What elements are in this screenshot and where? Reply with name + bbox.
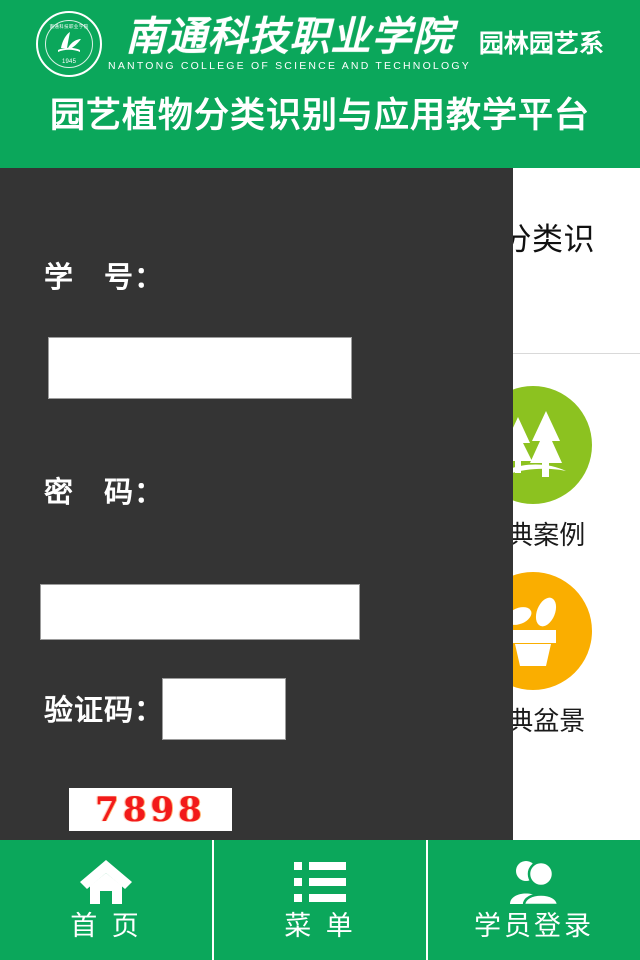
password-input[interactable] xyxy=(40,584,360,640)
page-title: 园艺植物分类识别与应用教学平台 xyxy=(49,96,590,136)
captcha-image[interactable]: 7898 xyxy=(69,788,232,831)
list-menu-icon xyxy=(293,858,347,906)
nav-label: 首 页 xyxy=(70,910,142,942)
nav-label: 菜 单 xyxy=(284,910,356,942)
college-name-en: NANTONG COLLEGE OF SCIENCE AND TECHNOLOG… xyxy=(108,59,471,72)
captcha-label: 验证码： xyxy=(44,693,165,727)
college-seal-icon: 南通科技职业学院 1945 xyxy=(36,11,103,77)
nav-label: 学员登录 xyxy=(474,910,594,942)
password-label: 密 码： xyxy=(44,475,165,509)
nav-item-menu[interactable]: 菜 单 xyxy=(214,840,428,960)
seal-year: 1945 xyxy=(61,59,77,65)
nav-item-home[interactable]: 首 页 xyxy=(0,840,214,960)
college-name-block: 南通科技职业学院 NANTONG COLLEGE OF SCIENCE AND … xyxy=(108,12,471,72)
brand-row: 南通科技职业学院 1945 南通科技职业学院 NANTONG COLLEGE O… xyxy=(0,6,640,82)
seal-leaf-icon xyxy=(58,32,82,53)
college-name-cn: 南通科技职业学院 xyxy=(125,12,454,60)
nav-item-student-login[interactable]: 学员登录 xyxy=(428,840,640,960)
seal-arc-top: 南通科技职业学院 xyxy=(49,24,89,29)
captcha-input[interactable] xyxy=(162,678,286,740)
app-root: 南通科技职业学院 1945 南通科技职业学院 NANTONG COLLEGE O… xyxy=(0,0,640,960)
user-icon xyxy=(508,858,560,906)
captcha-code-text: 7898 xyxy=(95,789,206,830)
bottom-nav: 首 页 菜 单 学员登录 xyxy=(0,840,640,960)
site-header: 南通科技职业学院 1945 南通科技职业学院 NANTONG COLLEGE O… xyxy=(0,0,640,168)
student-id-input[interactable] xyxy=(48,337,352,399)
department-name: 园林园艺系 xyxy=(478,29,604,58)
student-id-label: 学 号： xyxy=(44,260,165,294)
home-icon xyxy=(79,858,133,906)
